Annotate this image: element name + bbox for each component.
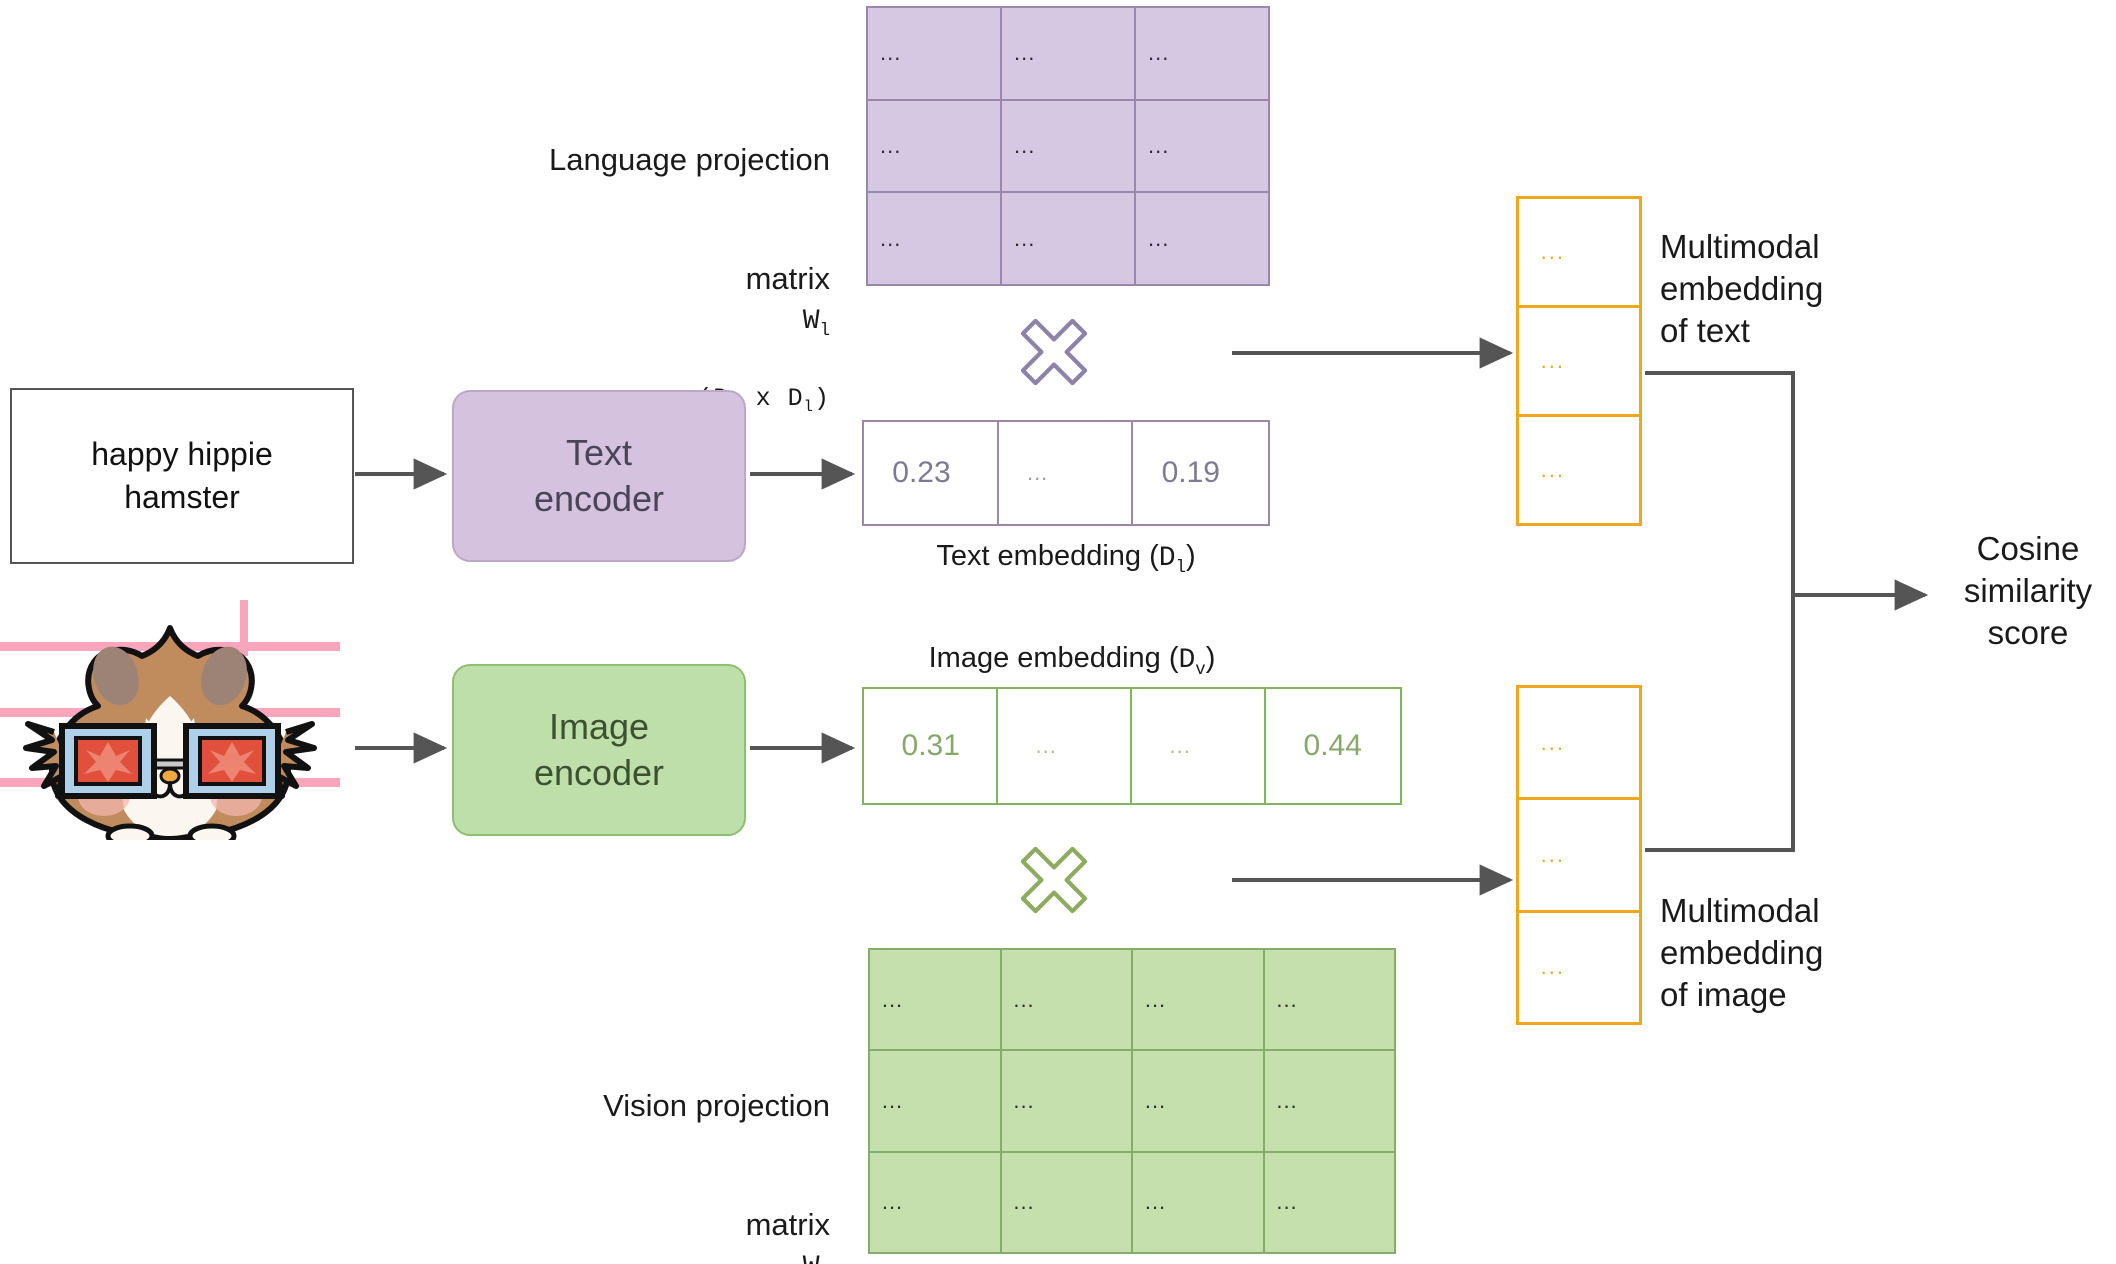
text-embedding-cell: 0.19: [1133, 422, 1268, 524]
text-embedding-cell: ...: [998, 422, 1134, 524]
multimodal-image-vector: ... ... ...: [1516, 685, 1642, 1025]
vision-projection-symbol: Wv: [803, 1252, 830, 1264]
matrix-cell: ...: [1001, 7, 1135, 100]
language-projection-label-line1: Language projection: [549, 141, 830, 177]
multimodal-text-cell: ...: [1519, 199, 1639, 308]
text-embedding-cell: 0.23: [864, 422, 999, 524]
matrix-cell: ...: [1132, 1151, 1264, 1253]
matrix-cell: ...: [1263, 1151, 1395, 1253]
text-encoder-node[interactable]: Text encoder: [452, 390, 746, 562]
matrix-cell: ...: [869, 949, 1001, 1051]
matrix-cell: ...: [1135, 99, 1269, 193]
image-multiply-icon: [1012, 838, 1096, 922]
vision-projection-label-line1: Vision projection: [603, 1087, 830, 1123]
image-encoder-node[interactable]: Image encoder: [452, 664, 746, 836]
vision-projection-label-line2: matrix Wv: [470, 1165, 830, 1264]
text-multiply-icon: [1012, 310, 1096, 394]
vision-projection-matrix: ... ... ... ... ... ... ... ... ... ... …: [868, 948, 1396, 1254]
matrix-cell: ...: [869, 1151, 1001, 1253]
matrix-cell: ...: [1132, 949, 1264, 1051]
matrix-cell: ...: [1263, 949, 1395, 1051]
hamster-illustration: [0, 600, 340, 840]
image-embedding-cell: 0.44: [1266, 689, 1400, 803]
image-embedding-vector: 0.31 ... ... 0.44: [862, 687, 1402, 805]
image-embedding-cell: ...: [1132, 689, 1266, 803]
matrix-cell: ...: [1001, 99, 1135, 193]
matrix-cell: ...: [1000, 1151, 1132, 1253]
matrix-cell: ...: [867, 7, 1001, 100]
matrix-cell: ...: [1135, 192, 1269, 285]
multimodal-text-vector: ... ... ...: [1516, 196, 1642, 526]
matrix-cell: ...: [1001, 192, 1135, 285]
matrix-cell: ...: [867, 99, 1001, 193]
cosine-similarity-output-label: Cosine similarity score: [1963, 530, 2093, 652]
matrix-cell: ...: [1263, 1050, 1395, 1152]
multimodal-image-cell: ...: [1540, 954, 1565, 980]
text-embedding-vector: 0.23 ... 0.19: [862, 420, 1270, 526]
multimodal-image-cell: ...: [1519, 800, 1639, 913]
matrix-cell: ...: [1132, 1050, 1264, 1152]
text-embedding-caption: Text embedding (Dl): [936, 540, 1196, 578]
matrix-cell: ...: [869, 1050, 1001, 1152]
multimodal-text-label: Multimodal embedding of text: [1660, 228, 1824, 350]
matrix-cell: ...: [1000, 1050, 1132, 1152]
multimodal-text-cell: ...: [1519, 308, 1639, 417]
vision-projection-label: Vision projection matrix Wv (De x Dv): [470, 1046, 830, 1264]
diagram-canvas: Language projection matrix Wl (De x Dl) …: [0, 0, 2116, 1264]
image-embedding-caption: Image embedding (Dv): [928, 642, 1216, 680]
matrix-cell: ...: [1135, 7, 1269, 100]
image-embedding-cell: 0.31: [864, 689, 998, 803]
language-projection-label-line2: matrix Wl: [745, 260, 830, 342]
image-embedding-cell: ...: [998, 689, 1132, 803]
text-input-box[interactable]: happy hippie hamster: [10, 388, 354, 564]
multimodal-text-cell: ...: [1540, 457, 1565, 482]
matrix-cell: ...: [867, 192, 1001, 285]
image-input-thumbnail[interactable]: [0, 600, 340, 840]
language-projection-matrix: ... ... ... ... ... ... ... ... ...: [866, 6, 1270, 286]
multimodal-image-label: Multimodal embedding of image: [1660, 892, 1824, 1014]
multimodal-image-cell: ...: [1519, 688, 1639, 801]
language-projection-symbol: Wl: [802, 306, 830, 342]
matrix-cell: ...: [1000, 949, 1132, 1051]
